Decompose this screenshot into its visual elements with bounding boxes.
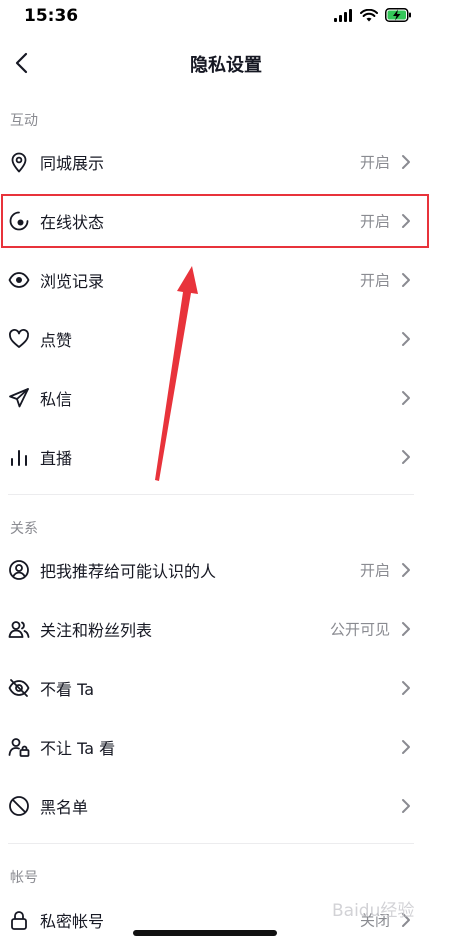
row-value: 开启: [359, 153, 390, 172]
chevron-right-icon: [400, 213, 412, 229]
location-pin-icon: [8, 151, 30, 173]
chevron-right-icon: [400, 331, 412, 347]
online-status-icon: [8, 210, 30, 232]
row-label: 直播: [40, 449, 73, 468]
live-bars-icon: [8, 446, 30, 468]
section-title-interaction: 互动: [10, 113, 38, 129]
status-icons: [334, 8, 412, 22]
section-title-relationship: 关系: [10, 521, 38, 537]
chevron-right-icon: [400, 449, 412, 465]
heart-icon: [8, 328, 30, 350]
eye-off-icon: [8, 677, 30, 699]
status-bar: 15:36: [0, 0, 452, 34]
row-label: 私信: [40, 390, 73, 409]
status-time: 15:36: [24, 6, 79, 26]
user-circle-icon: [8, 559, 30, 581]
chevron-right-icon: [400, 680, 412, 696]
paper-plane-icon: [8, 387, 30, 409]
row-label: 黑名单: [40, 798, 89, 817]
row-recommend-me[interactable]: 把我推荐给可能认识的人 开启: [0, 541, 430, 599]
row-label: 把我推荐给可能认识的人: [40, 562, 217, 581]
row-label: 同城展示: [40, 154, 105, 173]
signal-icon: [334, 8, 352, 22]
section-title-account: 帐号: [10, 870, 38, 886]
row-likes[interactable]: 点赞: [0, 310, 430, 368]
row-value: 开启: [359, 271, 390, 290]
wifi-icon: [360, 8, 378, 21]
row-dont-see[interactable]: 不看 Ta: [0, 659, 430, 717]
chevron-right-icon: [400, 562, 412, 578]
chevron-right-icon: [400, 390, 412, 406]
row-browse-history[interactable]: 浏览记录 开启: [0, 251, 430, 309]
watermark: Baidu经验: [332, 901, 415, 921]
section-divider: [8, 494, 414, 495]
row-label: 私密帐号: [40, 912, 105, 931]
page-title: 隐私设置: [190, 55, 262, 76]
chevron-right-icon: [400, 154, 412, 170]
battery-charging-icon: [385, 8, 411, 22]
user-lock-icon: [8, 736, 30, 758]
chevron-right-icon: [400, 272, 412, 288]
row-value: 公开可见: [329, 620, 390, 639]
row-label: 不看 Ta: [40, 680, 95, 699]
row-messages[interactable]: 私信: [0, 369, 430, 427]
row-city-display[interactable]: 同城展示 开启: [0, 133, 430, 191]
row-value: 开启: [359, 212, 390, 231]
users-icon: [8, 618, 30, 640]
row-online-status[interactable]: 在线状态 开启: [0, 192, 430, 250]
row-label: 关注和粉丝列表: [40, 621, 153, 640]
row-label: 在线状态: [40, 213, 105, 232]
row-blacklist[interactable]: 黑名单: [0, 777, 430, 835]
row-label: 不让 Ta 看: [40, 739, 116, 758]
nav-bar: 隐私设置: [0, 40, 452, 86]
home-indicator: [133, 930, 277, 936]
chevron-right-icon: [400, 621, 412, 637]
row-follow-list[interactable]: 关注和粉丝列表 公开可见: [0, 600, 430, 658]
eye-icon: [8, 269, 30, 291]
row-live[interactable]: 直播: [0, 428, 430, 486]
block-icon: [8, 795, 30, 817]
chevron-right-icon: [400, 798, 412, 814]
section-divider: [8, 843, 414, 844]
chevron-right-icon: [400, 739, 412, 755]
row-label: 浏览记录: [40, 272, 105, 291]
row-value: 开启: [359, 561, 390, 580]
lock-icon: [8, 909, 30, 931]
row-hide-from[interactable]: 不让 Ta 看: [0, 718, 430, 776]
row-label: 点赞: [40, 331, 73, 350]
